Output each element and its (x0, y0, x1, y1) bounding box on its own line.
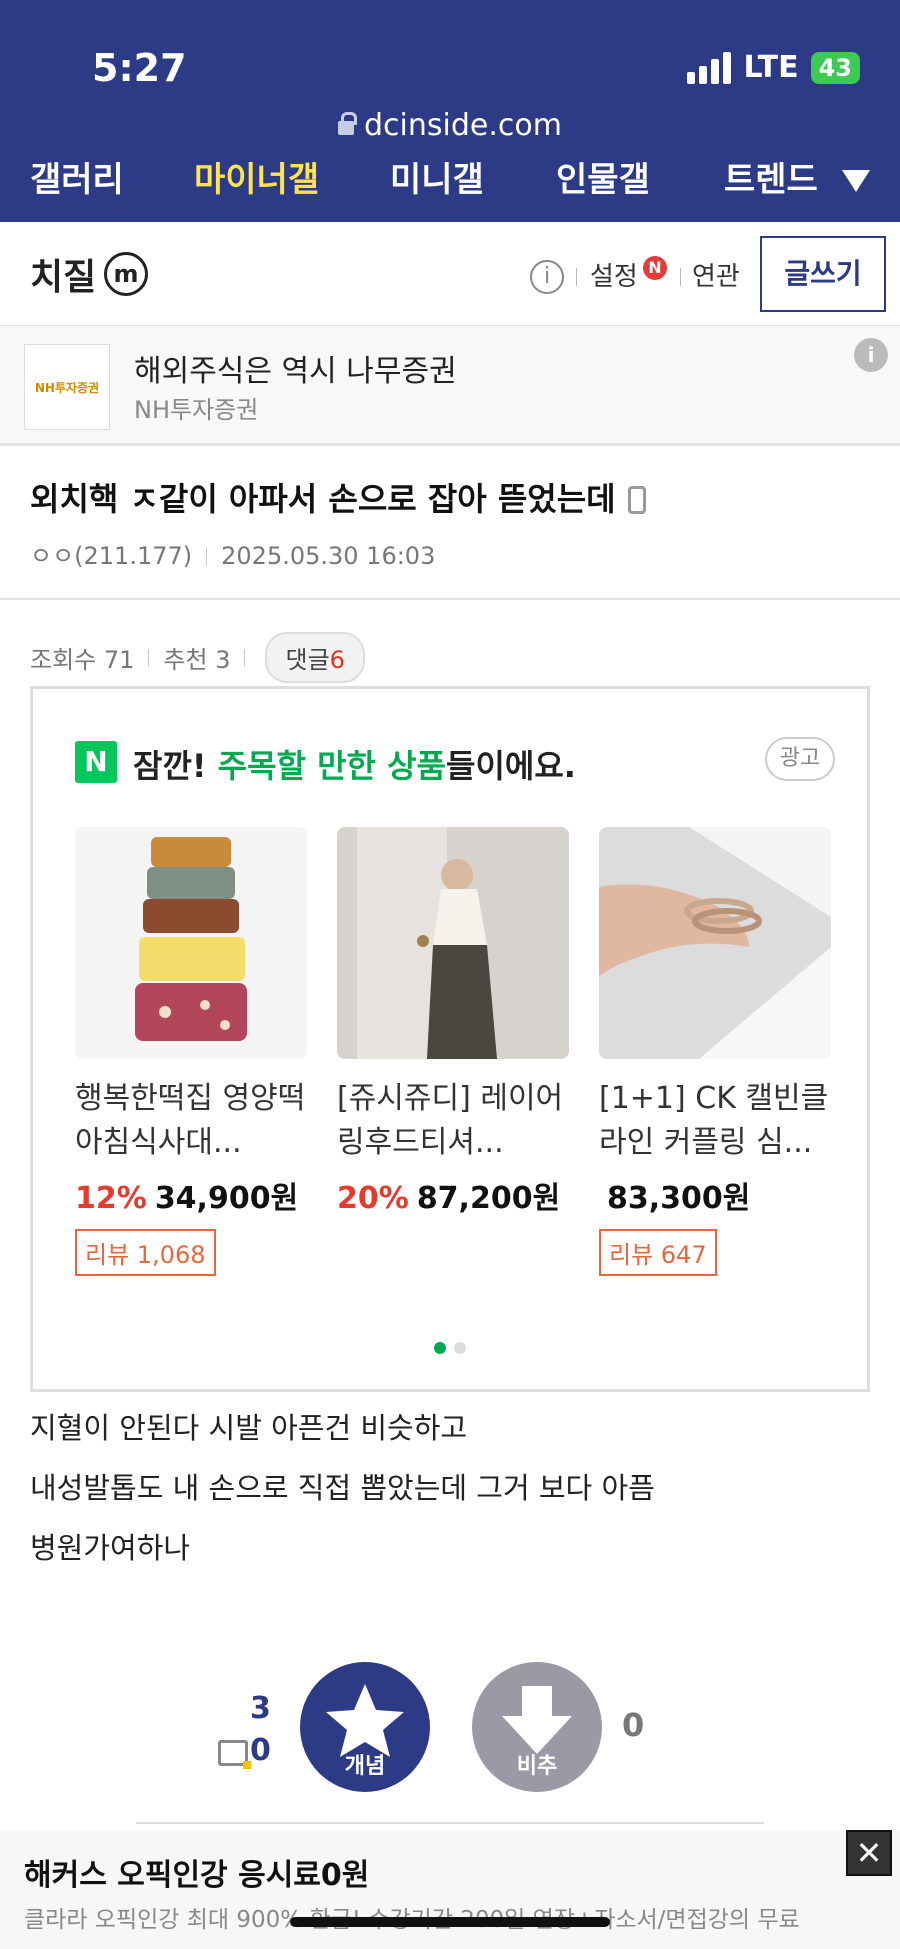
post-body-line: 지혈이 안된다 시발 아픈건 비슷하고 (30, 1411, 468, 1445)
product-review-count: 리뷰 1,068 (75, 1229, 216, 1276)
naver-logo: N (75, 741, 117, 783)
downvote-button[interactable]: 비추 (472, 1662, 602, 1792)
related-link[interactable]: 연관 (692, 256, 740, 293)
product-price-row: 83,300원 (599, 1173, 831, 1217)
post-title: 외치핵 ㅈ같이 아파서 손으로 잡아 뜯었는데 (30, 474, 646, 520)
product-ad-heading: 잠깐! 주목할 만한 상품들이에요. (133, 741, 576, 787)
status-time: 5:27 (92, 46, 187, 90)
product-discount: 12% (75, 1181, 147, 1216)
battery-icon: 43 (810, 51, 860, 84)
product-card[interactable]: 행복한떡집 영양떡 아침식사대... 12% 34,900원 리뷰 1,068 (75, 827, 307, 1276)
product-discount: 20% (337, 1181, 409, 1216)
post-stats: 조회수 71 추천 3 댓글6 (30, 632, 365, 683)
divider (576, 268, 577, 286)
carousel-dot[interactable] (454, 1342, 466, 1354)
product-name: [1+1] CK 캘빈클라인 커플링 심... (599, 1081, 829, 1160)
settings-link[interactable]: 설정 (590, 256, 638, 293)
post-meta: ㅇㅇ(211.177) 2025.05.30 16:03 (30, 536, 435, 571)
product-image-ring (599, 827, 831, 1059)
mobile-icon (627, 486, 646, 514)
comment-label: 댓글 (285, 646, 330, 674)
bottom-ad-banner[interactable]: 해커스 오픽인강 응시료0원 클라라 오픽인강 최대 900% 환급! 수강기간… (0, 1830, 900, 1949)
ad-info-icon[interactable]: i (854, 338, 888, 372)
upvote-label: 개념 (344, 1754, 386, 1779)
mobile-vote-icon (218, 1740, 251, 1769)
heading-suffix: 들이에요. (446, 747, 576, 785)
home-indicator[interactable] (290, 1917, 610, 1927)
view-count: 조회수 71 (30, 646, 135, 674)
product-ad-box: N 잠깐! 주목할 만한 상품들이에요. 광고 행복한떡집 영양떡 아침식사대.… (30, 686, 870, 1392)
divider (680, 268, 681, 286)
product-image-rice-cake (75, 827, 307, 1059)
product-image-hoodie (337, 827, 569, 1059)
bottom-ad-title: 해커스 오픽인강 응시료0원 (24, 1858, 370, 1893)
product-price: 83,300원 (607, 1181, 751, 1216)
address-bar[interactable]: dcinside.com (0, 108, 900, 143)
top-ad-banner[interactable]: NH투자증권 해외주식은 역시 나무증권 NH투자증권 i (0, 326, 900, 446)
post-body-line: 내성발톱도 내 손으로 직접 뽑았는데 그거 보다 아픔 (30, 1471, 655, 1505)
divider (0, 598, 900, 600)
nav-item-trend[interactable]: 트렌드 (724, 160, 818, 201)
nav-item-minor-gallery[interactable]: 마이너갤 (194, 160, 319, 201)
upvote-counts: 3 0 (250, 1688, 271, 1772)
downvote-label: 비추 (516, 1754, 558, 1779)
carousel-dot-active[interactable] (434, 1342, 446, 1354)
divider (136, 1822, 764, 1824)
post-title-text: 외치핵 ㅈ같이 아파서 손으로 잡아 뜯었는데 (30, 480, 616, 518)
upvote-mobile: 0 (250, 1733, 271, 1768)
post-date: 2025.05.30 16:03 (221, 542, 436, 570)
network-type: LTE (743, 50, 799, 85)
nav-item-gallery[interactable]: 갤러리 (30, 160, 124, 201)
divider (148, 648, 150, 667)
product-name: 행복한떡집 영양떡 아침식사대... (75, 1081, 306, 1160)
product-price: 34,900원 (154, 1181, 299, 1216)
advertiser-logo: NH투자증권 (24, 344, 110, 430)
comment-count: 6 (329, 646, 345, 674)
gallery-title[interactable]: 치질 (30, 248, 96, 300)
minor-gallery-icon: m (104, 252, 148, 296)
ad-tag[interactable]: 광고 (765, 737, 835, 781)
product-price-row: 12% 34,900원 (75, 1173, 307, 1217)
gallery-bar: 치질 m i 설정 N 연관 글쓰기 (0, 222, 900, 326)
heading-highlight: 주목할 만한 상품 (217, 747, 446, 785)
product-card[interactable]: [1+1] CK 캘빈클라인 커플링 심... 83,300원 리뷰 647 (599, 827, 831, 1276)
chevron-down-icon[interactable] (842, 170, 870, 192)
heading-prefix: 잠깐! (133, 747, 218, 785)
browser-header: 5:27 LTE 43 dcinside.com 갤러리 마이너갤 미니갤 인물… (0, 0, 900, 222)
post-body-line: 병원가여하나 (30, 1531, 191, 1565)
status-indicators: LTE 43 (687, 50, 860, 85)
product-review-count: 리뷰 647 (599, 1229, 717, 1276)
post-author[interactable]: ㅇㅇ(211.177) (30, 542, 192, 570)
nav-item-person-gallery[interactable]: 인물갤 (556, 160, 650, 201)
ad-title: 해외주식은 역시 나무증권 (134, 354, 457, 389)
gallery-nav: 갤러리 마이너갤 미니갤 인물갤 트렌드 (0, 160, 900, 222)
carousel-dots (33, 1339, 867, 1358)
product-name: [쥬시쥬디] 레이어링후드티셔... (337, 1081, 564, 1160)
signal-icon (687, 51, 732, 84)
product-price: 87,200원 (416, 1181, 561, 1216)
url-text: dcinside.com (364, 108, 562, 143)
nav-item-mini-gallery[interactable]: 미니갤 (390, 160, 484, 201)
upvote-total: 3 (250, 1691, 271, 1726)
post-body: 지혈이 안된다 시발 아픈건 비슷하고 내성발톱도 내 손으로 직접 뽑았는데 … (30, 1398, 655, 1578)
product-card[interactable]: [쥬시쥬디] 레이어링후드티셔... 20% 87,200원 (337, 827, 569, 1217)
close-icon[interactable]: ✕ (846, 1830, 892, 1876)
lock-icon (338, 112, 358, 135)
new-badge: N (643, 256, 667, 280)
divider (244, 648, 246, 667)
divider (206, 548, 208, 566)
comment-button[interactable]: 댓글6 (265, 632, 365, 683)
recommend-count: 추천 3 (163, 646, 231, 674)
info-icon[interactable]: i (530, 260, 564, 294)
ad-advertiser: NH투자증권 (134, 396, 259, 424)
downvote-count: 0 (622, 1706, 645, 1744)
product-price-row: 20% 87,200원 (337, 1173, 569, 1217)
write-button[interactable]: 글쓰기 (760, 236, 886, 312)
upvote-button[interactable]: 개념 (300, 1662, 430, 1792)
